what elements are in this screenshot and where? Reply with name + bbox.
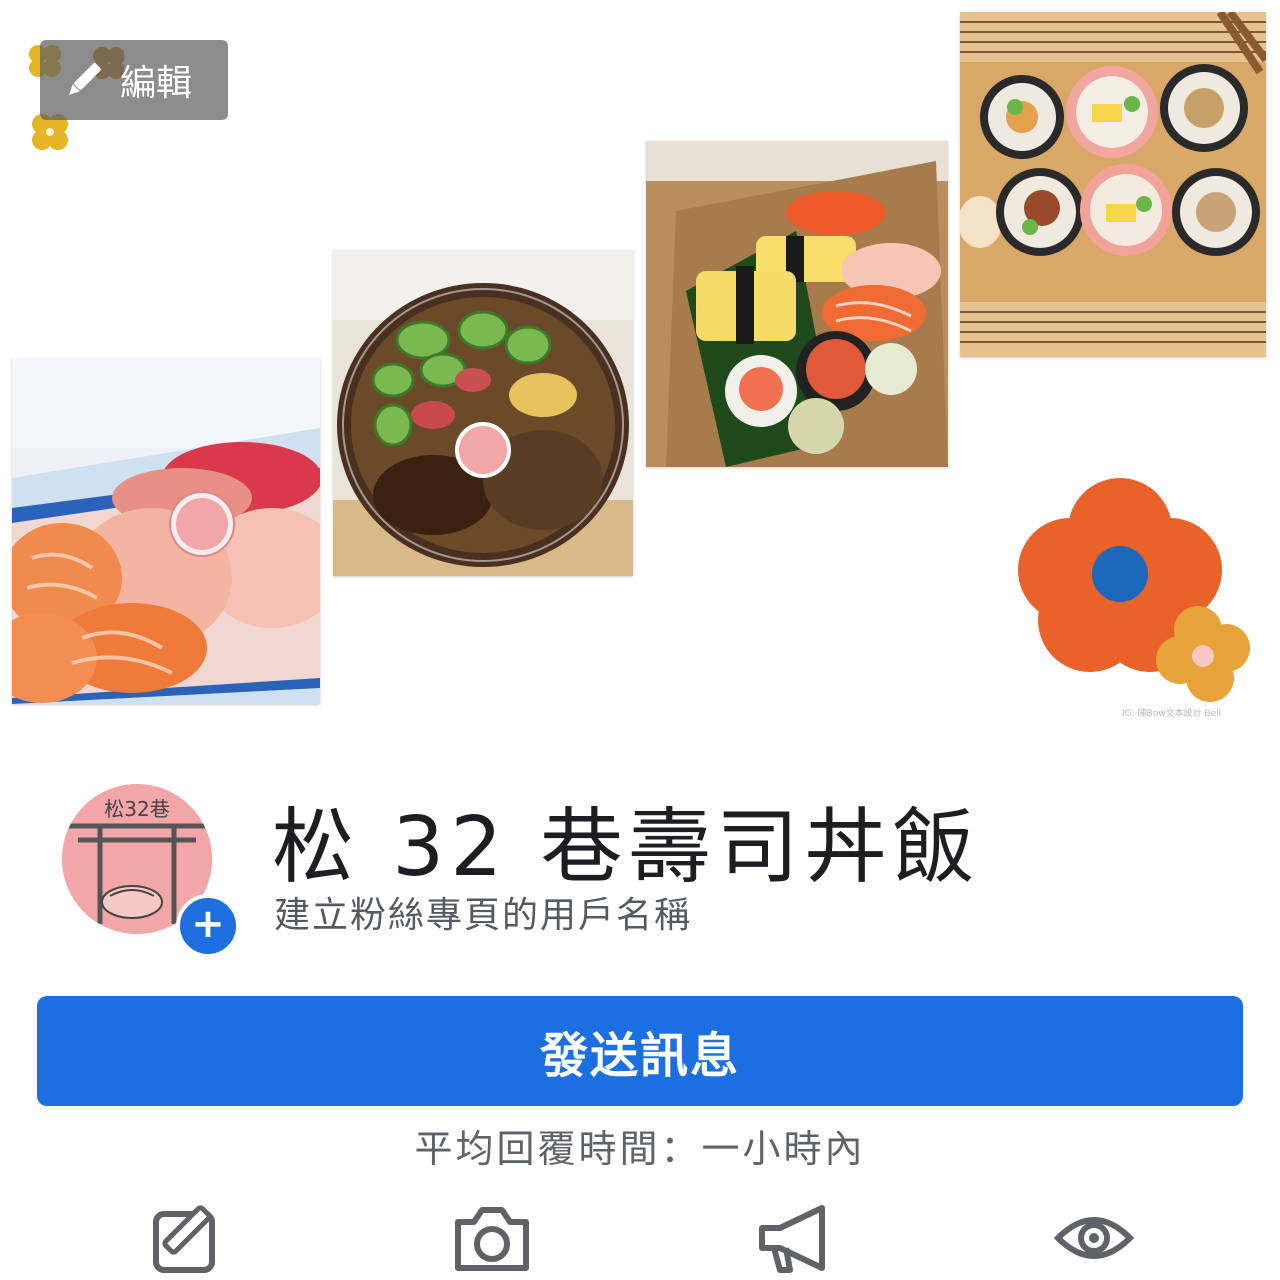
edit-cover-button[interactable]: 編輯 (40, 40, 228, 120)
salmon-tuna-nigiri-box-photo[interactable] (12, 358, 320, 704)
nigiri-assortment-box-photo[interactable] (646, 141, 948, 467)
maki-roll-platter-photo[interactable] (960, 12, 1266, 357)
cover-credit-text: IG: 陳Bow文本設計 Bell (1122, 709, 1222, 718)
add-profile-photo-button[interactable]: + (176, 894, 240, 958)
edit-post-icon[interactable] (150, 1200, 230, 1276)
megaphone-icon[interactable] (756, 1200, 836, 1276)
send-message-button[interactable]: 發送訊息 (37, 996, 1243, 1106)
response-time-text: 平均回覆時間：一小時內 (414, 1127, 866, 1171)
cover-photo[interactable]: 編輯 IG: 陳Bow文本設計 Bell (0, 0, 1280, 740)
orange-flower-decoration (1018, 478, 1250, 702)
create-username-link[interactable]: 建立粉絲專頁的用戶名稱 (274, 886, 692, 938)
avatar-text: 松32巷 (104, 797, 169, 821)
pencil-icon (69, 63, 101, 95)
page-title: 松 32 巷壽司丼飯 (272, 800, 981, 895)
camera-icon[interactable] (452, 1200, 532, 1276)
chicken-cucumber-donburi-bowl-photo[interactable] (333, 250, 633, 576)
eye-icon[interactable] (1054, 1200, 1134, 1276)
edit-label: 編輯 (120, 63, 193, 104)
plus-icon: + (191, 901, 225, 947)
